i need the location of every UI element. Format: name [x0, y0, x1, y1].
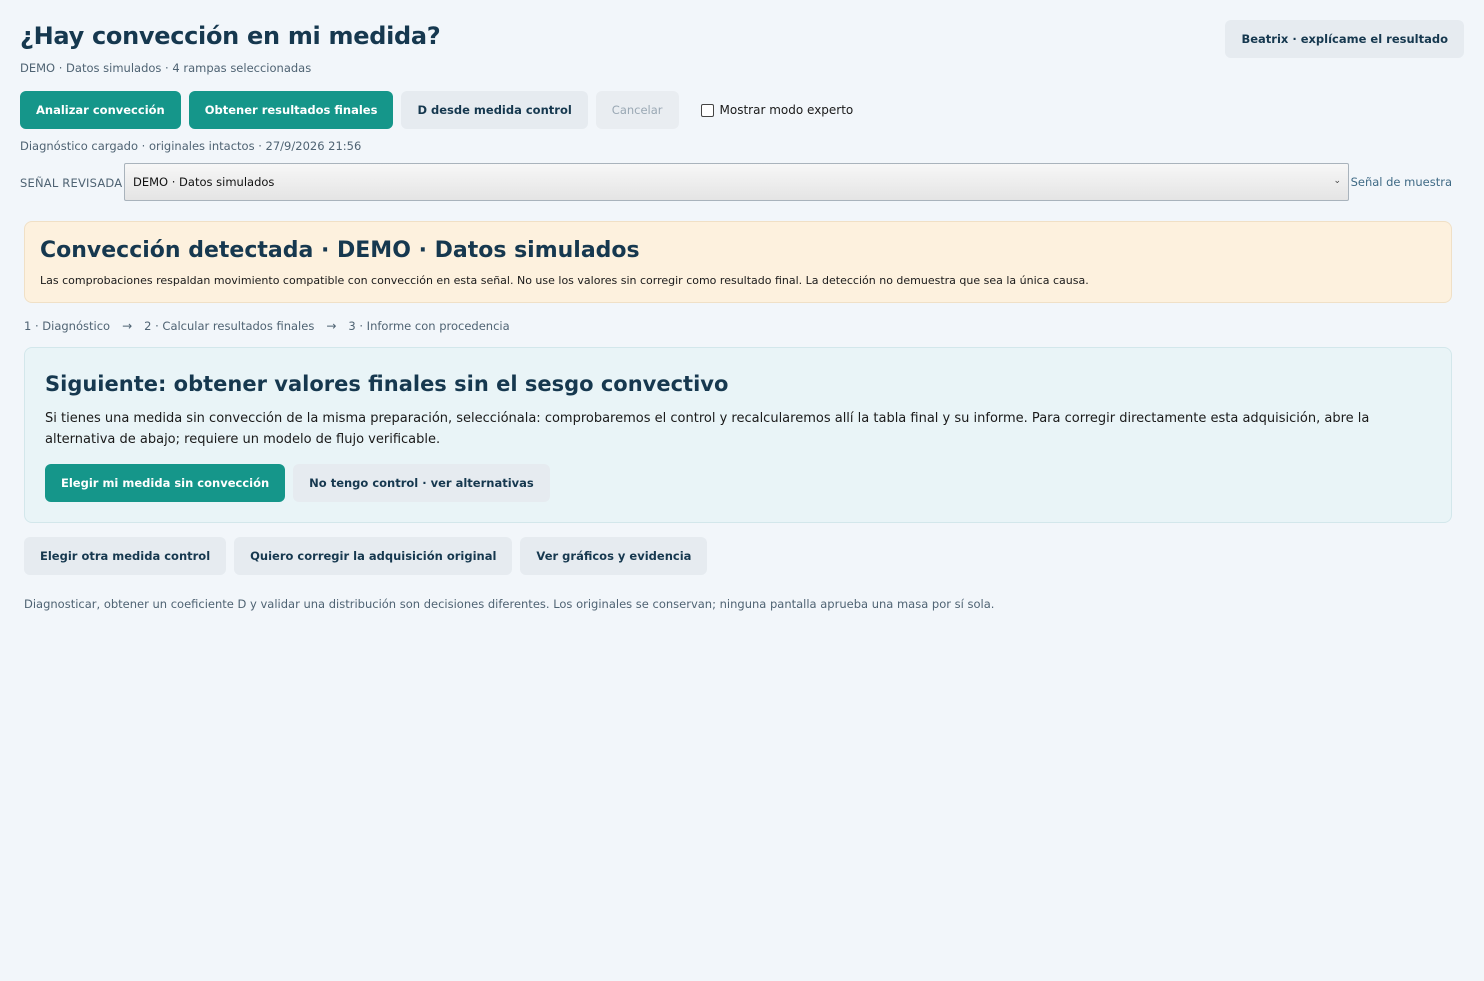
chevron-down-icon: ⌄: [1333, 176, 1341, 186]
alert-text: Las comprobaciones respaldan movimiento …: [40, 274, 1089, 287]
final-results-button[interactable]: Obtener resultados finales: [188, 91, 394, 129]
step-1: 1 · Diagnóstico: [24, 319, 111, 333]
sample-signal-link[interactable]: Señal de muestra: [1351, 175, 1452, 189]
expert-mode-checkbox[interactable]: [700, 103, 714, 117]
choose-control-measurement-button[interactable]: Elegir mi medida sin convección: [45, 464, 286, 502]
step-3: 3 · Informe con procedencia: [348, 319, 510, 333]
convection-alert: Convección detectada · DEMO · Datos simu…: [24, 221, 1452, 303]
signal-label: SEÑAL REVISADA: [20, 176, 123, 190]
arrow-right-icon: →: [122, 319, 133, 333]
page: ¿Hay convección en mi medida? DEMO · Dat…: [0, 0, 1484, 981]
next-title: Siguiente: obtener valores finales sin e…: [45, 372, 729, 396]
workflow-steps: 1 · Diagnóstico → 2 · Calcular resultado…: [24, 319, 510, 333]
no-control-alternatives-button[interactable]: No tengo control · ver alternativas: [293, 464, 550, 502]
page-subtitle: DEMO · Datos simulados · 4 rampas selecc…: [20, 61, 312, 75]
expert-mode-label: Mostrar modo experto: [719, 103, 854, 117]
view-evidence-button[interactable]: Ver gráficos y evidencia: [520, 537, 708, 575]
arrow-right-icon: →: [326, 319, 337, 333]
expert-mode-toggle[interactable]: Mostrar modo experto: [700, 103, 854, 117]
correct-original-button[interactable]: Quiero corregir la adquisición original: [234, 537, 513, 575]
status-line: Diagnóstico cargado · originales intacto…: [20, 139, 362, 153]
help-explain-button[interactable]: Beatrix · explícame el resultado: [1225, 20, 1464, 58]
page-title: ¿Hay convección en mi medida?: [20, 22, 441, 50]
signal-select-value: DEMO · Datos simulados: [133, 175, 275, 189]
next-step-panel: Siguiente: obtener valores finales sin e…: [24, 347, 1452, 523]
alert-title: Convección detectada · DEMO · Datos simu…: [40, 238, 640, 263]
choose-other-control-button[interactable]: Elegir otra medida control: [24, 537, 227, 575]
cancel-button[interactable]: Cancelar: [595, 91, 679, 129]
next-actions: Elegir mi medida sin convección No tengo…: [45, 464, 550, 502]
signal-select[interactable]: DEMO · Datos simulados ⌄: [124, 163, 1349, 201]
next-text: Si tienes una medida sin convección de l…: [45, 411, 1370, 447]
bottom-actions: Elegir otra medida control Quiero correg…: [24, 537, 708, 575]
analyze-convection-button[interactable]: Analizar convección: [20, 91, 181, 129]
footnote: Diagnosticar, obtener un coeficiente D y…: [24, 597, 995, 611]
d-from-control-button[interactable]: D desde medida control: [401, 91, 588, 129]
toolbar: Analizar convección Obtener resultados f…: [20, 91, 853, 129]
signal-row: SEÑAL REVISADA DEMO · Datos simulados ⌄ …: [20, 163, 1452, 201]
step-2: 2 · Calcular resultados finales: [144, 319, 315, 333]
